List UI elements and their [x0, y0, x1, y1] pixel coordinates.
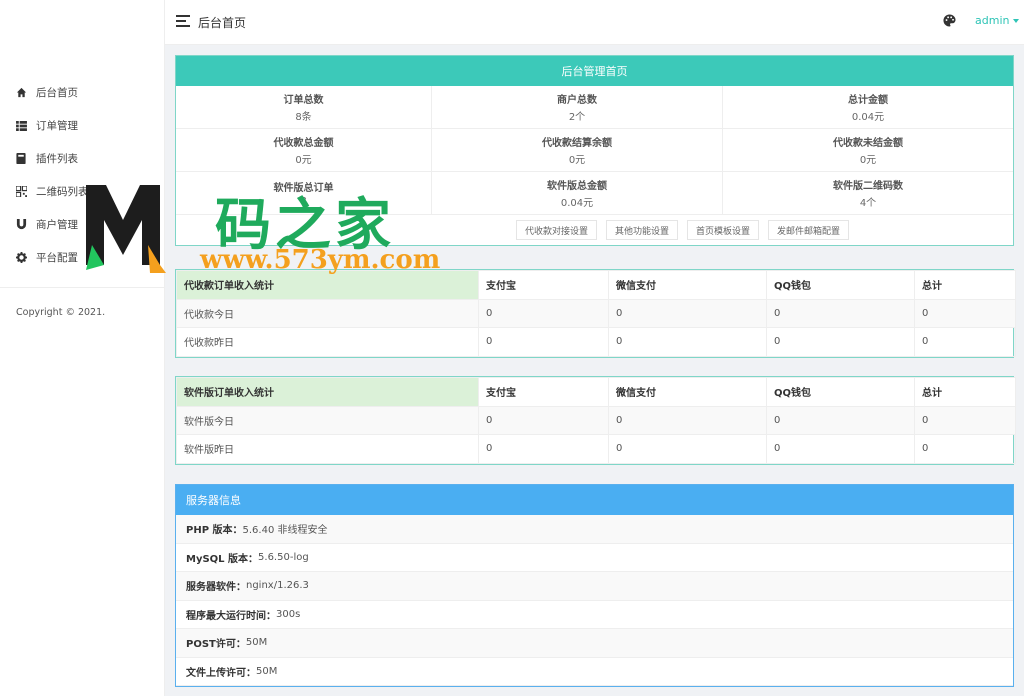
- gear-icon: [15, 252, 27, 264]
- collection-stats-panel: 代收款订单收入统计 支付宝 微信支付 QQ钱包 总计 代收款今日 0 0 0 0…: [175, 269, 1016, 358]
- table-header-cell: 支付宝: [478, 377, 609, 407]
- page-title: 后台首页: [198, 16, 247, 30]
- table-cell: 0: [914, 405, 1016, 435]
- mail-settings-button[interactable]: 发邮件邮箱配置: [768, 220, 850, 240]
- table-cell: 代收款今日: [176, 298, 479, 328]
- sidebar-item-label: 平台配置: [36, 252, 78, 264]
- table-cell: 0: [478, 434, 609, 464]
- sidebar-item-label: 订单管理: [36, 120, 78, 132]
- table-header-cell: 代收款订单收入统计: [176, 270, 479, 300]
- sidebar-divider: [0, 287, 165, 288]
- table-row: 代收款今日 0 0 0 0: [176, 298, 1016, 328]
- sidebar-item-orders[interactable]: 订单管理: [0, 109, 165, 142]
- sidebar-item-home[interactable]: 后台首页: [0, 76, 165, 109]
- list-item: MySQL 版本： 5.6.50-log: [176, 544, 1013, 572]
- sidebar-item-qrcodes[interactable]: 二维码列表: [0, 175, 165, 208]
- qrcode-icon: [15, 186, 27, 198]
- table-header-cell: QQ钱包: [766, 377, 915, 407]
- server-info-panel: 服务器信息 PHP 版本： 5.6.40 非线程安全 MySQL 版本： 5.6.5…: [175, 484, 1014, 687]
- settings-links: 代收款对接设置 其他功能设置 首页模板设置 发邮件邮箱配置: [176, 215, 1013, 245]
- stat-total-amount: 总计金额 0.04元: [723, 86, 1013, 129]
- table-cell: 代收款昨日: [176, 327, 479, 357]
- stat-merchant-count: 商户总数 2个: [432, 86, 723, 129]
- table-cell: 0: [766, 405, 915, 435]
- table-cell: 0: [766, 298, 915, 328]
- stat-collection-unsettled: 代收款未结金额 0元: [723, 129, 1013, 172]
- table-header-cell: 支付宝: [478, 270, 609, 300]
- server-info-list: PHP 版本： 5.6.40 非线程安全 MySQL 版本： 5.6.50-log …: [176, 515, 1013, 686]
- table-row: 软件版今日 0 0 0 0: [176, 405, 1016, 435]
- software-stats-table: 软件版订单收入统计 支付宝 微信支付 QQ钱包 总计 软件版今日 0 0 0 0…: [176, 377, 1016, 464]
- table-header-cell: 微信支付: [608, 270, 767, 300]
- stat-software-qrcodes: 软件版二维码数 4个: [723, 172, 1013, 215]
- table-header-cell: 软件版订单收入统计: [176, 377, 479, 407]
- collection-stats-table: 代收款订单收入统计 支付宝 微信支付 QQ钱包 总计 代收款今日 0 0 0 0…: [176, 270, 1016, 357]
- table-row: 代收款昨日 0 0 0 0: [176, 327, 1016, 357]
- table-cell: 软件版今日: [176, 405, 479, 435]
- table-cell: 0: [478, 405, 609, 435]
- software-stats-panel: 软件版订单收入统计 支付宝 微信支付 QQ钱包 总计 软件版今日 0 0 0 0…: [175, 376, 1016, 465]
- palette-icon[interactable]: [943, 14, 956, 27]
- sidebar-nav: 后台首页 订单管理 插件列表 二维码列表 商户管理 平台配置: [0, 76, 165, 274]
- table-row: 软件版昨日 0 0 0 0: [176, 434, 1016, 464]
- sidebar-item-plugins[interactable]: 插件列表: [0, 142, 165, 175]
- list-item: 程序最大运行时间： 300s: [176, 601, 1013, 629]
- list-item: 服务器软件： nginx/1.26.3: [176, 572, 1013, 601]
- list-icon: [15, 120, 27, 132]
- menu-icon[interactable]: [176, 15, 190, 27]
- book-icon: [15, 153, 27, 165]
- table-cell: 0: [766, 434, 915, 464]
- user-name: admin: [975, 14, 1010, 27]
- table-cell: 0: [608, 298, 767, 328]
- copyright: Copyright © 2021.: [16, 307, 106, 318]
- table-cell: 0: [914, 327, 1016, 357]
- dashboard-title: 后台管理首页: [176, 56, 1013, 86]
- magnet-icon: [15, 219, 27, 231]
- stats-grid: 订单总数 8条 商户总数 2个 总计金额 0.04元 代收款总金额 0元 代收款结算余额…: [176, 86, 1013, 215]
- template-settings-button[interactable]: 首页模板设置: [687, 220, 760, 240]
- server-info-title: 服务器信息: [176, 485, 1013, 515]
- table-cell: 0: [914, 298, 1016, 328]
- stat-collection-total: 代收款总金额 0元: [176, 129, 432, 172]
- user-menu[interactable]: admin: [975, 14, 1020, 27]
- sidebar-item-merchants[interactable]: 商户管理: [0, 208, 165, 241]
- other-settings-button[interactable]: 其他功能设置: [605, 220, 678, 240]
- table-cell: 0: [608, 327, 767, 357]
- home-icon: [15, 87, 27, 99]
- sidebar-item-label: 后台首页: [36, 87, 78, 99]
- table-header: 代收款订单收入统计 支付宝 微信支付 QQ钱包 总计: [176, 270, 1016, 300]
- table-cell: 0: [766, 327, 915, 357]
- table-header-cell: 总计: [914, 377, 1016, 407]
- table-cell: 0: [478, 327, 609, 357]
- topbar: 后台首页 admin: [165, 0, 1024, 45]
- stat-software-orders: 软件版总订单 8: [176, 172, 432, 215]
- stat-software-amount: 软件版总金额 0.04元: [432, 172, 723, 215]
- table-header-cell: 微信支付: [608, 377, 767, 407]
- list-item: 文件上传许可： 50M: [176, 658, 1013, 686]
- list-item: POST许可： 50M: [176, 629, 1013, 658]
- sidebar: 后台首页 订单管理 插件列表 二维码列表 商户管理 平台配置 Copyright…: [0, 0, 165, 696]
- table-header-cell: 总计: [914, 270, 1016, 300]
- table-cell: 0: [478, 298, 609, 328]
- collection-settings-button[interactable]: 代收款对接设置: [515, 220, 597, 240]
- sidebar-item-label: 插件列表: [36, 153, 78, 165]
- sidebar-item-settings[interactable]: 平台配置: [0, 241, 165, 274]
- caret-down-icon: [1013, 19, 1020, 23]
- list-item: PHP 版本： 5.6.40 非线程安全: [176, 515, 1013, 544]
- dashboard-panel: 后台管理首页 订单总数 8条 商户总数 2个 总计金额 0.04元 代收款总金额 0元 …: [175, 55, 1014, 246]
- stat-collection-balance: 代收款结算余额 0元: [432, 129, 723, 172]
- stat-order-count: 订单总数 8条: [176, 86, 432, 129]
- table-cell: 0: [608, 405, 767, 435]
- sidebar-item-label: 商户管理: [36, 219, 78, 231]
- table-header-cell: QQ钱包: [766, 270, 915, 300]
- table-cell: 软件版昨日: [176, 434, 479, 464]
- table-cell: 0: [914, 434, 1016, 464]
- sidebar-item-label: 二维码列表: [36, 186, 89, 198]
- table-header: 软件版订单收入统计 支付宝 微信支付 QQ钱包 总计: [176, 377, 1016, 407]
- table-cell: 0: [608, 434, 767, 464]
